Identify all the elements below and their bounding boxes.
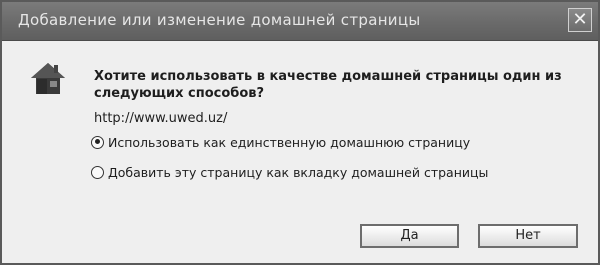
page-url: http://www.uwed.uz/ xyxy=(94,111,228,126)
yes-button[interactable]: Да xyxy=(360,224,459,248)
radio-selected-icon[interactable] xyxy=(91,135,104,149)
dialog-content: Хотите использовать в качестве домашней … xyxy=(2,41,598,263)
title-bar[interactable]: Добавление или изменение домашней страни… xyxy=(2,2,598,41)
option-add-as-tab[interactable]: Добавить эту страницу как вкладку домашн… xyxy=(91,162,488,182)
option-label: Добавить эту страницу как вкладку домашн… xyxy=(108,164,489,180)
dialog-title: Добавление или изменение домашней страни… xyxy=(18,11,421,29)
dialog-window: Добавление или изменение домашней страни… xyxy=(0,0,600,265)
close-button[interactable]: ✕ xyxy=(568,8,592,32)
home-page-icon xyxy=(31,63,65,94)
radio-unselected-icon[interactable] xyxy=(91,165,104,179)
option-use-only-homepage[interactable]: Использовать как единственную домашнюю с… xyxy=(91,132,470,152)
no-button[interactable]: Нет xyxy=(478,224,578,248)
option-label: Использовать как единственную домашнюю с… xyxy=(108,134,471,150)
question-text: Хотите использовать в качестве домашней … xyxy=(94,69,562,101)
